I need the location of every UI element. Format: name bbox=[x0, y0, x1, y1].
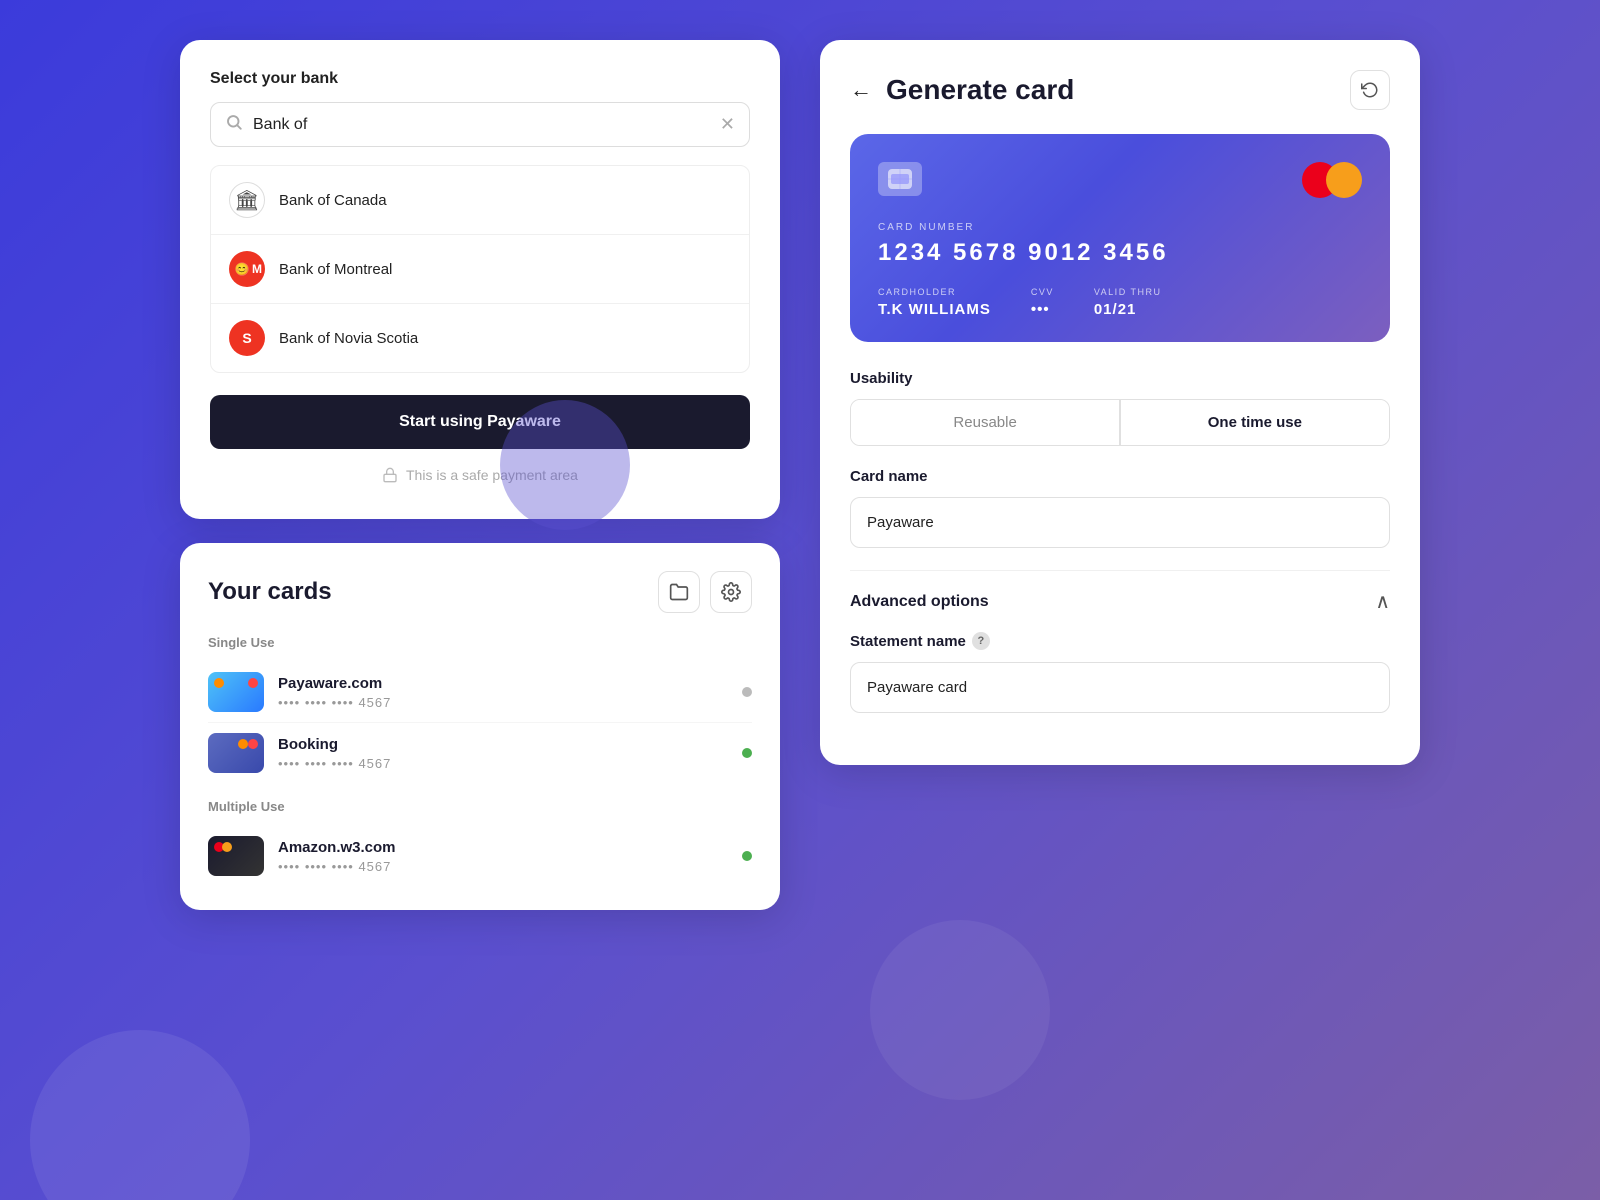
your-cards-title: Your cards bbox=[208, 578, 332, 606]
statement-name-section: Statement name ? bbox=[850, 632, 1390, 713]
one-time-use-option[interactable]: One time use bbox=[1121, 400, 1389, 445]
bank-list: 🏛 Bank of Canada 😊 M Bank of Montreal S … bbox=[210, 165, 750, 373]
help-icon[interactable]: ? bbox=[972, 632, 990, 650]
header-left: ← Generate card bbox=[850, 74, 1074, 106]
card-name-payaware: Payaware.com bbox=[278, 675, 728, 692]
bank-icon-montreal: 😊 M bbox=[229, 251, 265, 287]
bank-name-montreal: Bank of Montreal bbox=[279, 261, 392, 278]
bank-item-montreal[interactable]: 😊 M Bank of Montreal bbox=[211, 235, 749, 304]
folder-icon bbox=[669, 582, 689, 602]
mc-orange-circle bbox=[1326, 162, 1362, 198]
cardholder-value: T.K WILLIAMS bbox=[878, 301, 991, 318]
card-name-booking: Booking bbox=[278, 736, 728, 753]
refresh-button[interactable] bbox=[1350, 70, 1390, 110]
statement-name-label: Statement name ? bbox=[850, 632, 1390, 650]
search-box: ✕ bbox=[210, 102, 750, 147]
bank-selector-title: Select your bank bbox=[210, 70, 750, 88]
generate-card-header: ← Generate card bbox=[850, 70, 1390, 110]
card-status-payaware bbox=[742, 687, 752, 697]
valid-thru-label: VALID THRU bbox=[1094, 287, 1162, 297]
card-info-payaware: Payaware.com •••• •••• •••• 4567 bbox=[278, 675, 728, 710]
card-number-booking: •••• •••• •••• 4567 bbox=[278, 756, 728, 771]
bank-selector-panel: Select your bank ✕ 🏛 Bank of Canada 😊 M bbox=[180, 40, 780, 519]
svg-text:😊: 😊 bbox=[235, 262, 250, 276]
back-button[interactable]: ← bbox=[850, 77, 872, 103]
card-top-row bbox=[878, 162, 1362, 198]
usability-label: Usability bbox=[850, 370, 1390, 387]
card-thumb-booking bbox=[208, 733, 264, 773]
cvv-label: CVV bbox=[1031, 287, 1054, 297]
statement-name-input[interactable] bbox=[850, 662, 1390, 713]
lock-icon bbox=[382, 467, 398, 483]
card-name-amazon: Amazon.w3.com bbox=[278, 839, 728, 856]
card-name-label: Card name bbox=[850, 468, 1390, 485]
card-item-payaware[interactable]: Payaware.com •••• •••• •••• 4567 bbox=[208, 662, 752, 722]
bank-item-novia[interactable]: S Bank of Novia Scotia bbox=[211, 304, 749, 372]
card-info-amazon: Amazon.w3.com •••• •••• •••• 4567 bbox=[278, 839, 728, 874]
multiple-use-label: Multiple Use bbox=[208, 799, 752, 814]
your-cards-panel: Your cards Single Use bbox=[180, 543, 780, 910]
card-number-payaware: •••• •••• •••• 4567 bbox=[278, 695, 728, 710]
start-payaware-button[interactable]: Start using Payaware bbox=[210, 395, 750, 449]
card-name-section: Card name bbox=[850, 468, 1390, 548]
credit-card-visual: CARD NUMBER 1234 5678 9012 3456 CARDHOLD… bbox=[850, 134, 1390, 342]
mastercard-logo bbox=[1302, 162, 1362, 198]
card-status-booking bbox=[742, 748, 752, 758]
clear-search-icon[interactable]: ✕ bbox=[720, 114, 735, 135]
generate-card-panel: ← Generate card bbox=[820, 40, 1420, 765]
bank-item-canada[interactable]: 🏛 Bank of Canada bbox=[211, 166, 749, 235]
reusable-option[interactable]: Reusable bbox=[851, 400, 1119, 445]
folder-button[interactable] bbox=[658, 571, 700, 613]
bank-name-novia: Bank of Novia Scotia bbox=[279, 330, 418, 347]
card-number-display: 1234 5678 9012 3456 bbox=[878, 239, 1362, 267]
safe-payment-notice: This is a safe payment area bbox=[210, 467, 750, 483]
advanced-options-title: Advanced options bbox=[850, 593, 989, 611]
cvv-value: ••• bbox=[1031, 301, 1054, 318]
card-chip-icon bbox=[878, 162, 922, 196]
single-use-label: Single Use bbox=[208, 635, 752, 650]
advanced-options-section: Advanced options ∧ Statement name ? bbox=[850, 570, 1390, 713]
card-status-amazon bbox=[742, 851, 752, 861]
cvv-section: CVV ••• bbox=[1031, 287, 1054, 318]
usability-section: Usability Reusable One time use bbox=[850, 370, 1390, 446]
right-column: ← Generate card bbox=[820, 40, 1420, 765]
refresh-icon bbox=[1361, 81, 1379, 99]
bank-search-input[interactable] bbox=[253, 116, 710, 134]
cards-header: Your cards bbox=[208, 571, 752, 613]
card-item-amazon[interactable]: Amazon.w3.com •••• •••• •••• 4567 bbox=[208, 826, 752, 886]
card-thumb-amazon bbox=[208, 836, 264, 876]
cardholder-label: CARDHOLDER bbox=[878, 287, 991, 297]
cardholder-section: CARDHOLDER T.K WILLIAMS bbox=[878, 287, 991, 318]
generate-card-title: Generate card bbox=[886, 74, 1074, 106]
cards-actions bbox=[658, 571, 752, 613]
card-number-label: CARD NUMBER bbox=[878, 222, 1362, 233]
card-item-booking[interactable]: Booking •••• •••• •••• 4567 bbox=[208, 722, 752, 783]
chevron-up-icon: ∧ bbox=[1375, 589, 1390, 614]
settings-button[interactable] bbox=[710, 571, 752, 613]
chip-svg bbox=[888, 169, 912, 189]
card-name-input[interactable] bbox=[850, 497, 1390, 548]
bank-name-canada: Bank of Canada bbox=[279, 192, 387, 209]
usability-toggle: Reusable One time use bbox=[850, 399, 1390, 446]
card-thumb-payaware bbox=[208, 672, 264, 712]
card-number-amazon: •••• •••• •••• 4567 bbox=[278, 859, 728, 874]
valid-thru-value: 01/21 bbox=[1094, 301, 1162, 318]
search-icon bbox=[225, 113, 243, 136]
gear-icon bbox=[721, 582, 741, 602]
card-footer: CARDHOLDER T.K WILLIAMS CVV ••• VALID TH… bbox=[878, 287, 1362, 318]
left-column: Select your bank ✕ 🏛 Bank of Canada 😊 M bbox=[180, 40, 780, 910]
valid-thru-section: VALID THRU 01/21 bbox=[1094, 287, 1162, 318]
bank-icon-canada: 🏛 bbox=[229, 182, 265, 218]
bank-icon-novia: S bbox=[229, 320, 265, 356]
advanced-options-header[interactable]: Advanced options ∧ bbox=[850, 589, 1390, 614]
card-info-booking: Booking •••• •••• •••• 4567 bbox=[278, 736, 728, 771]
